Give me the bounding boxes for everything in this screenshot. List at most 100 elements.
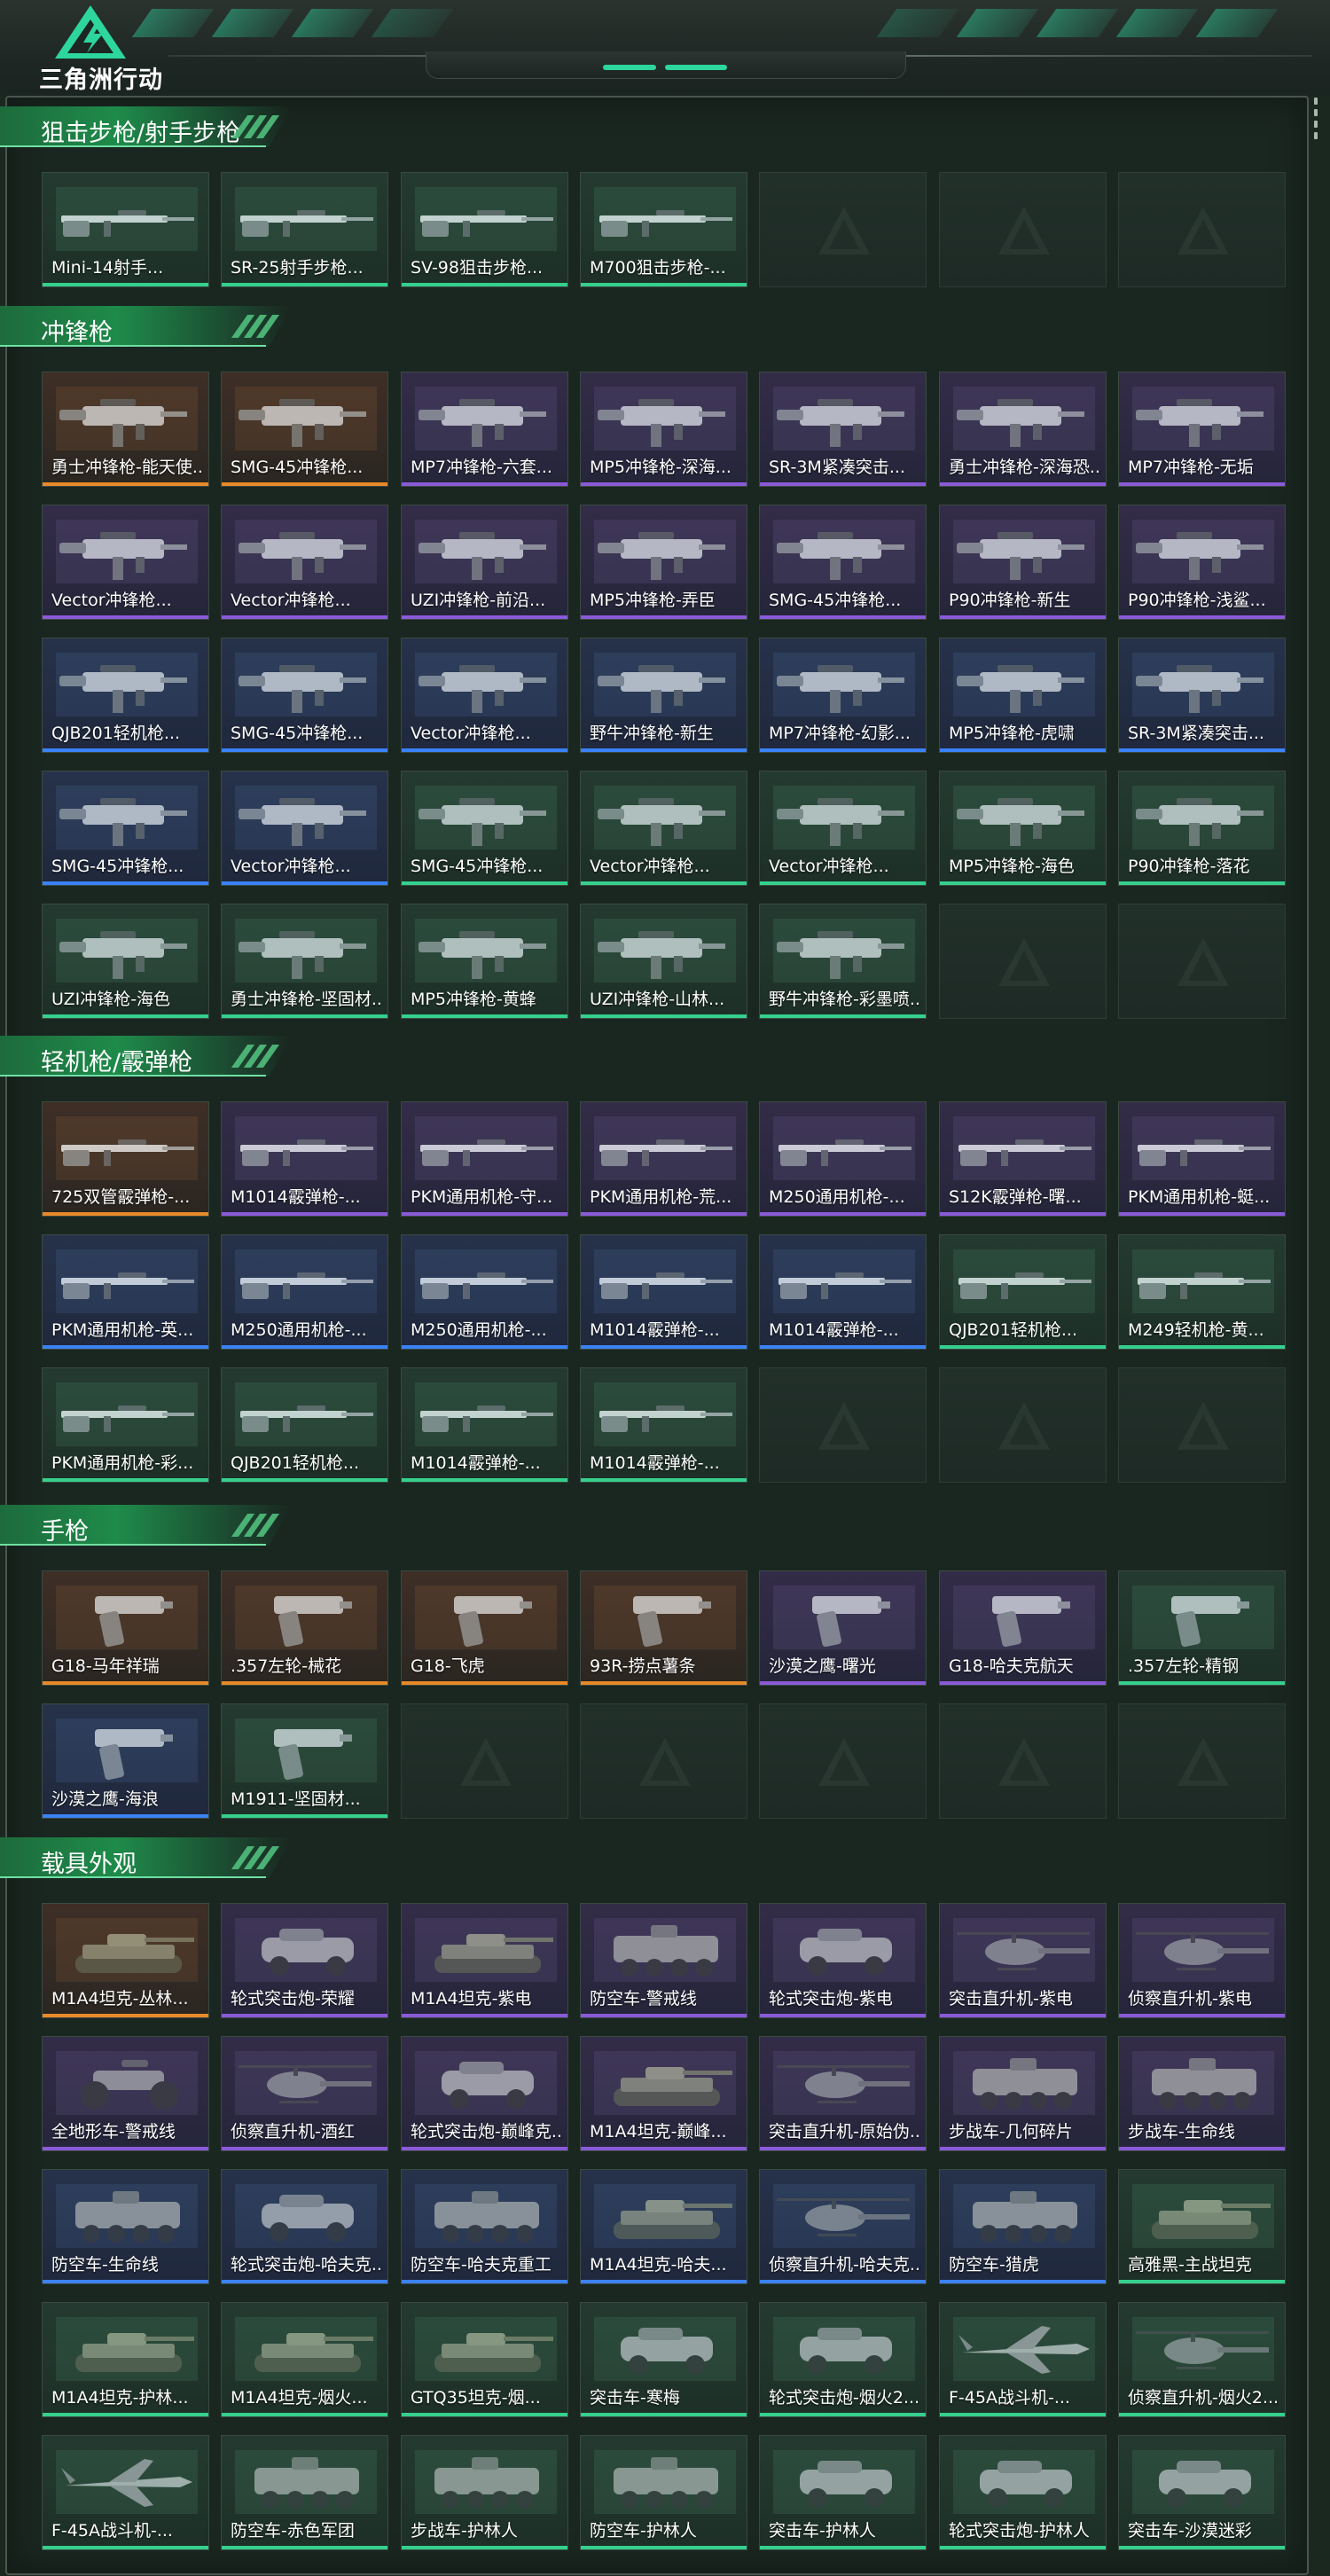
item-card[interactable]: MP5冲锋枪-虎啸 xyxy=(939,638,1107,753)
item-card[interactable]: M1A4坦克-哈夫... xyxy=(580,2169,747,2284)
item-card[interactable]: 突击车-沙漠迷彩 xyxy=(1118,2435,1286,2550)
item-card[interactable]: QJB201轻机枪... xyxy=(939,1234,1107,1350)
item-card[interactable]: QJB201轻机枪... xyxy=(42,638,209,753)
item-card[interactable]: M1A4坦克-护林... xyxy=(42,2302,209,2417)
item-card[interactable]: 侦察直升机-烟火2... xyxy=(1118,2302,1286,2417)
item-card[interactable]: 高雅黑-主战坦克 xyxy=(1118,2169,1286,2284)
item-card[interactable]: 轮式突击炮-荣耀 xyxy=(221,1903,388,2018)
item-card[interactable]: 725双管霰弹枪-... xyxy=(42,1101,209,1217)
item-card[interactable]: M1014霰弹枪-... xyxy=(580,1367,747,1483)
item-card[interactable]: 勇士冲锋枪-坚固材... xyxy=(221,904,388,1019)
item-card[interactable]: PKM通用机枪-蜓... xyxy=(1118,1101,1286,1217)
item-card[interactable]: QJB201轻机枪... xyxy=(221,1367,388,1483)
item-card[interactable]: 步战车-几何碎片 xyxy=(939,2036,1107,2151)
item-card[interactable]: 突击车-寒梅 xyxy=(580,2302,747,2417)
item-card[interactable]: M1A4坦克-紫电 xyxy=(401,1903,568,2018)
item-card[interactable]: SMG-45冲锋枪... xyxy=(401,771,568,886)
item-card[interactable]: UZI冲锋枪-海色 xyxy=(42,904,209,1019)
item-card[interactable]: G18-马年祥瑞 xyxy=(42,1570,209,1686)
item-card[interactable]: G18-飞虎 xyxy=(401,1570,568,1686)
item-card[interactable]: Vector冲锋枪... xyxy=(221,771,388,886)
item-card[interactable]: Vector冲锋枪... xyxy=(580,771,747,886)
item-card[interactable]: UZI冲锋枪-前沿... xyxy=(401,505,568,620)
item-card[interactable]: M700狙击步枪-... xyxy=(580,172,747,287)
item-card[interactable]: 轮式突击炮-护林人 xyxy=(939,2435,1107,2550)
item-card[interactable]: MP7冲锋枪-无垢 xyxy=(1118,372,1286,487)
item-card[interactable]: 轮式突击炮-紫电 xyxy=(759,1903,927,2018)
item-card[interactable]: MP5冲锋枪-深海... xyxy=(580,372,747,487)
item-card[interactable]: PKM通用机枪-守... xyxy=(401,1101,568,1217)
item-card[interactable]: 防空车-哈夫克重工 xyxy=(401,2169,568,2284)
item-card[interactable]: PKM通用机枪-英... xyxy=(42,1234,209,1350)
item-card[interactable]: Vector冲锋枪... xyxy=(401,638,568,753)
item-card[interactable]: 勇士冲锋枪-能天使... xyxy=(42,372,209,487)
item-card[interactable]: M1A4坦克-巅峰... xyxy=(580,2036,747,2151)
item-card[interactable]: SR-3M紧凑突击... xyxy=(759,372,927,487)
item-card[interactable]: G18-哈夫克航天 xyxy=(939,1570,1107,1686)
item-card[interactable]: MP7冲锋枪-幻影... xyxy=(759,638,927,753)
item-card[interactable]: .357左轮-精钢 xyxy=(1118,1570,1286,1686)
item-card[interactable]: 轮式突击炮-巅峰克... xyxy=(401,2036,568,2151)
item-card[interactable]: 沙漠之鹰-曙光 xyxy=(759,1570,927,1686)
item-card[interactable]: M1A4坦克-丛林... xyxy=(42,1903,209,2018)
item-card[interactable]: SR-25射手步枪... xyxy=(221,172,388,287)
item-card[interactable]: MP5冲锋枪-海色 xyxy=(939,771,1107,886)
item-card[interactable]: P90冲锋枪-落花 xyxy=(1118,771,1286,886)
item-card[interactable]: .357左轮-械花 xyxy=(221,1570,388,1686)
item-card[interactable]: 突击直升机-原始伪... xyxy=(759,2036,927,2151)
item-card[interactable]: MP5冲锋枪-黄蜂 xyxy=(401,904,568,1019)
item-card[interactable]: 野牛冲锋枪-彩墨喷... xyxy=(759,904,927,1019)
item-card[interactable]: M1014霰弹枪-... xyxy=(401,1367,568,1483)
item-card[interactable]: PKM通用机枪-荒... xyxy=(580,1101,747,1217)
item-card[interactable]: P90冲锋枪-浅鲨... xyxy=(1118,505,1286,620)
item-card[interactable]: M249轻机枪-黄... xyxy=(1118,1234,1286,1350)
item-card[interactable]: Mini-14射手... xyxy=(42,172,209,287)
scroll-handle[interactable] xyxy=(1314,98,1319,160)
item-card[interactable]: SV-98狙击步枪... xyxy=(401,172,568,287)
item-card[interactable]: GTQ35坦克-烟... xyxy=(401,2302,568,2417)
item-card[interactable]: 步战车-护林人 xyxy=(401,2435,568,2550)
item-card[interactable]: 轮式突击炮-烟火2... xyxy=(759,2302,927,2417)
item-card[interactable]: 93R-捞点薯条 xyxy=(580,1570,747,1686)
item-card[interactable]: MP5冲锋枪-弄臣 xyxy=(580,505,747,620)
item-card[interactable]: M1A4坦克-烟火... xyxy=(221,2302,388,2417)
item-card[interactable]: 突击车-护林人 xyxy=(759,2435,927,2550)
item-card[interactable]: M250通用机枪-... xyxy=(401,1234,568,1350)
item-card[interactable]: M250通用机枪-... xyxy=(221,1234,388,1350)
item-card[interactable]: Vector冲锋枪... xyxy=(42,505,209,620)
item-card[interactable]: SMG-45冲锋枪... xyxy=(221,638,388,753)
item-card[interactable]: 步战车-生命线 xyxy=(1118,2036,1286,2151)
item-card[interactable]: F-45A战斗机-... xyxy=(939,2302,1107,2417)
item-card[interactable]: M1014霰弹枪-... xyxy=(580,1234,747,1350)
item-card[interactable]: M1911-坚固材... xyxy=(221,1703,388,1819)
item-card[interactable]: 轮式突击炮-哈夫克... xyxy=(221,2169,388,2284)
item-card[interactable]: SR-3M紧凑突击... xyxy=(1118,638,1286,753)
item-card[interactable]: SMG-45冲锋枪... xyxy=(759,505,927,620)
item-card[interactable]: 突击直升机-紫电 xyxy=(939,1903,1107,2018)
item-card[interactable]: 防空车-警戒线 xyxy=(580,1903,747,2018)
item-card[interactable]: M1014霰弹枪-... xyxy=(759,1234,927,1350)
item-card[interactable]: 防空车-生命线 xyxy=(42,2169,209,2284)
item-card[interactable]: 侦察直升机-哈夫克... xyxy=(759,2169,927,2284)
item-card[interactable]: MP7冲锋枪-六套... xyxy=(401,372,568,487)
item-card[interactable]: 勇士冲锋枪-深海恐... xyxy=(939,372,1107,487)
item-card[interactable]: F-45A战斗机-... xyxy=(42,2435,209,2550)
item-card[interactable]: UZI冲锋枪-山林... xyxy=(580,904,747,1019)
item-card[interactable]: SMG-45冲锋枪... xyxy=(42,771,209,886)
item-card[interactable]: P90冲锋枪-新生 xyxy=(939,505,1107,620)
item-card[interactable]: M1014霰弹枪-... xyxy=(221,1101,388,1217)
item-card[interactable]: PKM通用机枪-彩... xyxy=(42,1367,209,1483)
item-card[interactable]: 防空车-护林人 xyxy=(580,2435,747,2550)
item-card[interactable]: 全地形车-警戒线 xyxy=(42,2036,209,2151)
item-card[interactable]: 野牛冲锋枪-新生 xyxy=(580,638,747,753)
item-card[interactable]: Vector冲锋枪... xyxy=(221,505,388,620)
item-card[interactable]: 侦察直升机-酒红 xyxy=(221,2036,388,2151)
item-card[interactable]: M250通用机枪-... xyxy=(759,1101,927,1217)
item-card[interactable]: SMG-45冲锋枪... xyxy=(221,372,388,487)
item-card[interactable]: Vector冲锋枪... xyxy=(759,771,927,886)
item-card[interactable]: 防空车-赤色军团 xyxy=(221,2435,388,2550)
item-card[interactable]: 侦察直升机-紫电 xyxy=(1118,1903,1286,2018)
item-card[interactable]: 防空车-猎虎 xyxy=(939,2169,1107,2284)
item-card[interactable]: 沙漠之鹰-海浪 xyxy=(42,1703,209,1819)
item-card[interactable]: S12K霰弹枪-曙... xyxy=(939,1101,1107,1217)
